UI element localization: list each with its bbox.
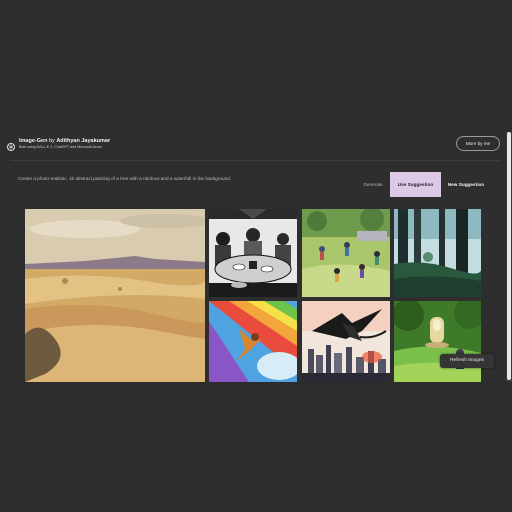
garden-fountain-image[interactable]: [394, 301, 481, 382]
app-subtitle: Built using DALL-E 2, ChatGPT and Micros…: [19, 145, 102, 149]
by-text: by: [47, 138, 57, 144]
prompt-text[interactable]: Create a photo-realistic, 4k abstract pa…: [18, 176, 231, 181]
more-by-me-button[interactable]: More by me: [456, 136, 500, 151]
rainbow-sky-diver-image[interactable]: [209, 301, 297, 382]
kids-playing-park-image[interactable]: [302, 209, 390, 297]
author-name: Adithyan Jayakumar: [56, 138, 111, 144]
scrollbar-thumb[interactable]: [507, 132, 511, 380]
app-title: Image-Gen by Adithyan Jayakumar: [19, 138, 110, 144]
dragon-over-city-image[interactable]: [302, 301, 390, 382]
refresh-images-button[interactable]: Refresh Images: [440, 354, 494, 368]
header-divider: [10, 160, 500, 161]
forest-silhouette-image[interactable]: [394, 209, 481, 297]
image-gallery: [25, 209, 495, 382]
desert-dunes-image[interactable]: [25, 209, 205, 382]
app-name: Image-Gen: [19, 138, 48, 144]
header: Image-Gen by Adithyan Jayakumar Built us…: [0, 130, 506, 158]
family-dinner-sketch-image[interactable]: [209, 209, 297, 297]
use-suggestion-button[interactable]: Use Suggestion: [390, 172, 441, 197]
new-suggestion-button[interactable]: New Suggestion: [441, 172, 491, 197]
generate-button[interactable]: Generate: [356, 172, 390, 197]
page-scrollbar[interactable]: [506, 132, 512, 382]
openai-logo-icon: [6, 139, 16, 152]
app-panel: Image-Gen by Adithyan Jayakumar Built us…: [0, 130, 512, 382]
